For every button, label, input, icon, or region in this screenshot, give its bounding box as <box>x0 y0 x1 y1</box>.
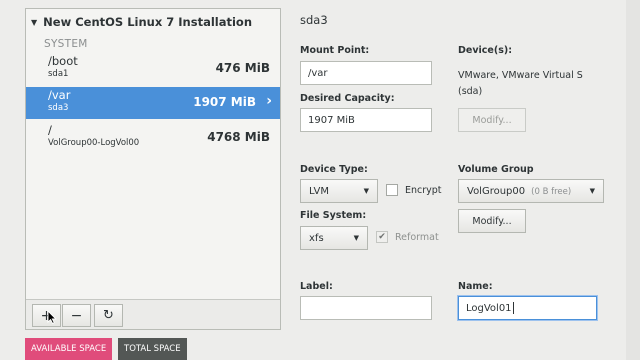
reformat-label: Reformat <box>395 231 439 243</box>
mount-points-panel: ▼ New CentOS Linux 7 Installation SYSTEM… <box>25 8 281 330</box>
remove-mount-button[interactable]: − <box>62 304 91 327</box>
mount-size: 476 MiB <box>215 61 270 75</box>
installation-header[interactable]: ▼ New CentOS Linux 7 Installation <box>31 14 252 30</box>
mount-name: /var <box>48 88 71 102</box>
dropdown-arrow-icon: ▼ <box>353 234 359 242</box>
volume-group-text: VolGroup00 (0 B free) <box>467 186 571 197</box>
devices-value-sub: (sda) <box>458 86 483 97</box>
volume-group-label: Volume Group <box>458 164 534 175</box>
chevron-right-icon: › <box>266 93 272 109</box>
devices-label: Device(s): <box>458 45 512 56</box>
volume-group-free: (0 B free) <box>531 186 572 197</box>
mount-row-root[interactable]: / VolGroup00-LogVol00 4768 MiB <box>26 122 280 154</box>
file-system-label: File System: <box>300 210 367 221</box>
device-type-select[interactable]: LVM ▼ <box>300 179 378 203</box>
mount-size: 1907 MiB <box>193 95 256 109</box>
desired-capacity-input[interactable]: 1907 MiB <box>300 108 432 132</box>
mount-size: 4768 MiB <box>207 130 270 144</box>
mount-point-input[interactable]: /var <box>300 61 432 85</box>
mouse-cursor-icon <box>47 310 57 324</box>
total-space-badge: TOTAL SPACE <box>118 338 187 360</box>
selected-device-title: sda3 <box>300 13 328 27</box>
label-input[interactable] <box>300 296 432 320</box>
available-space-badge: AVAILABLE SPACE <box>25 338 113 360</box>
reformat-checkbox[interactable]: ✔ Reformat <box>376 231 439 243</box>
label-field-label: Label: <box>300 281 333 292</box>
system-section-label: SYSTEM <box>44 38 88 50</box>
mount-device: sda3 <box>48 103 69 113</box>
expander-triangle-icon[interactable]: ▼ <box>31 18 37 27</box>
desired-capacity-label: Desired Capacity: <box>300 93 395 104</box>
volume-group-select[interactable]: VolGroup00 (0 B free) ▼ <box>458 179 604 203</box>
installation-title: New CentOS Linux 7 Installation <box>43 15 253 29</box>
window-edge-scrollbar[interactable] <box>626 0 640 360</box>
mount-name: /boot <box>48 54 78 68</box>
device-type-label: Device Type: <box>300 164 368 175</box>
encrypt-checkbox[interactable]: Encrypt <box>386 184 442 196</box>
dropdown-arrow-icon: ▼ <box>589 187 595 195</box>
dropdown-arrow-icon: ▼ <box>363 187 369 195</box>
mount-row-boot[interactable]: /boot sda1 476 MiB <box>26 53 280 85</box>
checkbox-icon <box>386 184 398 196</box>
devices-modify-button[interactable]: Modify... <box>458 108 526 132</box>
volume-group-value: VolGroup00 <box>467 185 526 197</box>
mount-device: VolGroup00-LogVol00 <box>48 138 140 148</box>
name-input[interactable]: LogVol01 <box>458 296 597 320</box>
device-type-value: LVM <box>309 185 329 197</box>
devices-value: VMware, VMware Virtual S <box>458 70 583 81</box>
mount-point-label: Mount Point: <box>300 45 370 56</box>
mount-toolbar: + − ↻ <box>26 299 280 329</box>
mount-row-var[interactable]: /var sda3 1907 MiB › <box>26 87 280 119</box>
checkmark-icon: ✔ <box>376 231 388 243</box>
mount-device: sda1 <box>48 69 69 79</box>
file-system-value: xfs <box>309 232 324 244</box>
mount-name: / <box>48 123 52 137</box>
file-system-select[interactable]: xfs ▼ <box>300 226 368 250</box>
refresh-button[interactable]: ↻ <box>94 304 123 327</box>
encrypt-label: Encrypt <box>405 184 442 196</box>
name-input-value: LogVol01 <box>466 302 512 314</box>
volume-group-modify-button[interactable]: Modify... <box>458 209 526 233</box>
name-field-label: Name: <box>458 281 493 292</box>
text-caret <box>512 302 514 314</box>
